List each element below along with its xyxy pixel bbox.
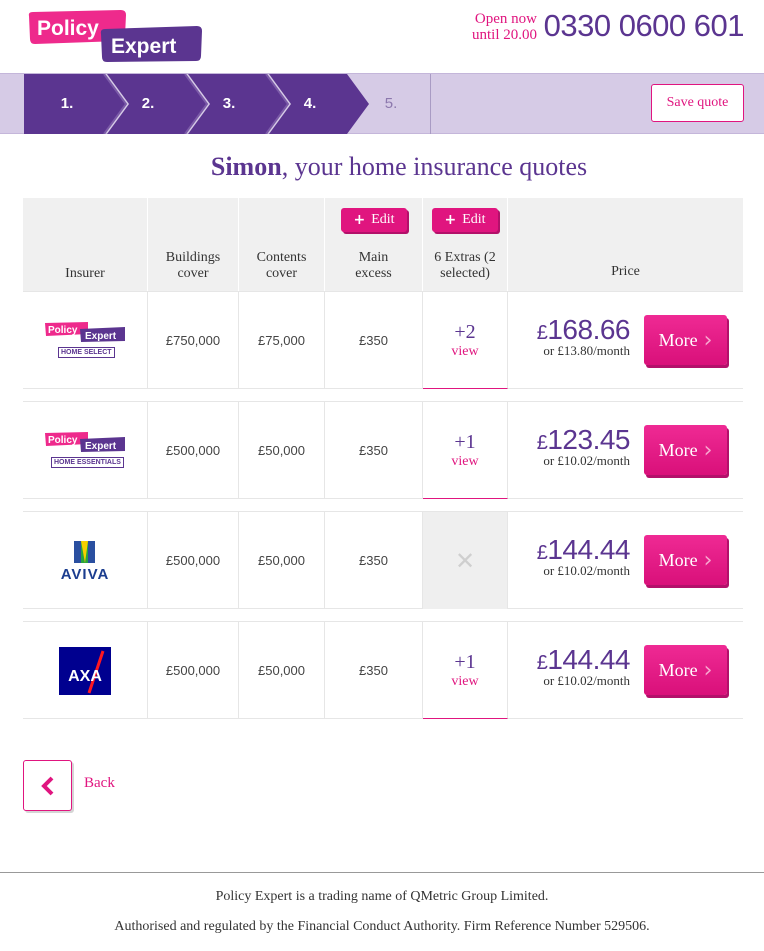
step-2[interactable]: 2. — [128, 95, 168, 112]
price-block: £123.45 or £10.02/month — [536, 424, 631, 469]
step-3[interactable]: 3. — [209, 95, 249, 112]
quote-row: Policy Expert HOME ESSENTIALS £500,000 £… — [23, 401, 743, 499]
more-button[interactable]: More › — [644, 425, 727, 475]
extras-view-link[interactable]: view — [451, 344, 478, 360]
more-button[interactable]: More › — [644, 645, 727, 695]
policy-expert-home-select-logo: Policy Expert HOME SELECT — [44, 321, 126, 361]
contents-cover: £50,000 — [239, 402, 325, 499]
extras-cell[interactable]: +1 view — [423, 622, 508, 719]
site-footer: Policy Expert is a trading name of QMetr… — [0, 872, 764, 951]
chevron-left-icon — [40, 776, 53, 795]
chevron-right-icon: › — [703, 547, 713, 573]
main-excess: £350 — [325, 402, 423, 499]
annual-price: £144.44 — [536, 644, 631, 675]
main-excess: £350 — [325, 292, 423, 389]
chevron-right-icon: › — [703, 437, 713, 463]
monthly-price: or £13.80/month — [543, 343, 630, 358]
aviva-logo: AVIVA — [61, 540, 110, 583]
axa-logo: AXA — [59, 646, 111, 695]
buildings-cover: £500,000 — [148, 402, 239, 499]
svg-text:Policy: Policy — [48, 435, 78, 446]
header-contents: Contents cover — [239, 198, 325, 291]
contents-cover: £50,000 — [239, 512, 325, 609]
step-5: 5. — [384, 95, 398, 112]
step-1[interactable]: 1. — [47, 95, 87, 112]
progress-steps: 1. 2. 3. 4. 5. Save quote — [0, 73, 764, 134]
chevron-right-icon: › — [703, 327, 713, 353]
contents-cover: £75,000 — [239, 292, 325, 389]
cross-icon: ✕ — [454, 546, 476, 575]
logo-word-policy: Policy — [37, 17, 99, 40]
monthly-price: or £10.02/month — [543, 453, 630, 468]
logo-product-name: HOME ESSENTIALS — [51, 456, 124, 468]
annual-price: £144.44 — [536, 534, 631, 565]
plus-icon: + — [353, 212, 366, 228]
opening-hours: Open now until 20.00 — [472, 11, 537, 43]
contents-cover: £50,000 — [239, 622, 325, 719]
phone-number[interactable]: 0330 0600 601 — [544, 8, 745, 44]
extras-view-link[interactable]: view — [451, 674, 478, 690]
more-button[interactable]: More › — [644, 535, 727, 585]
extras-cell[interactable]: +2 view — [423, 292, 508, 389]
extras-count: +1 — [454, 430, 476, 453]
extras-count: +2 — [454, 320, 476, 343]
buildings-cover: £500,000 — [148, 512, 239, 609]
quote-row: Policy Expert HOME SELECT £750,000 £75,0… — [23, 291, 743, 389]
price-block: £144.44 or £10.02/month — [536, 644, 631, 689]
policy-expert-home-essentials-logo: Policy Expert HOME ESSENTIALS — [44, 431, 126, 471]
insurer-cell: AVIVA — [23, 512, 148, 609]
logo-product-name: HOME SELECT — [58, 346, 115, 358]
header-insurer: Insurer — [23, 198, 148, 291]
insurer-cell: Policy Expert HOME SELECT — [23, 292, 148, 389]
main-excess: £350 — [325, 512, 423, 609]
open-until-text: until 20.00 — [471, 27, 537, 43]
customer-name: Simon — [210, 152, 282, 181]
extras-cell[interactable]: +1 view — [423, 402, 508, 499]
footer-trading-name: Policy Expert is a trading name of QMetr… — [215, 889, 549, 904]
step-4[interactable]: 4. — [290, 95, 330, 112]
header-price: Price — [611, 264, 640, 279]
buildings-cover: £750,000 — [148, 292, 239, 389]
quote-row: AVIVA £500,000 £50,000 £350 ✕ £144.44 or… — [23, 511, 743, 609]
save-quote-button[interactable]: Save quote — [651, 84, 744, 122]
svg-text:Expert: Expert — [85, 331, 117, 342]
extras-cell-none: ✕ — [423, 512, 508, 609]
quotes-table-header: Insurer Buildings cover Contents cover M… — [23, 198, 743, 291]
open-now-text: Open now — [474, 11, 537, 27]
more-button[interactable]: More › — [644, 315, 727, 365]
plus-icon: + — [444, 212, 457, 228]
price-block: £144.44 or £10.02/month — [536, 534, 631, 579]
title-text: , your home insurance quotes — [281, 152, 588, 181]
logo-word-expert: Expert — [111, 35, 176, 58]
monthly-price: or £10.02/month — [543, 563, 630, 578]
steps-divider — [430, 74, 431, 134]
site-header: Policy Expert Open now until 20.00 0330 … — [0, 0, 764, 73]
annual-price: £168.66 — [536, 314, 631, 345]
insurer-cell: AXA — [23, 622, 148, 719]
quote-row: AXA £500,000 £50,000 £350 +1 view £144.4… — [23, 621, 743, 719]
edit-extras-button[interactable]: + Edit — [432, 208, 498, 232]
extras-view-link[interactable]: view — [451, 454, 478, 470]
policy-expert-logo[interactable]: Policy Expert — [25, 10, 203, 62]
header-buildings: Buildings cover — [148, 198, 239, 291]
back-link[interactable]: Back — [84, 775, 115, 792]
main-excess: £350 — [325, 622, 423, 719]
chevron-right-icon: › — [703, 657, 713, 683]
footer-regulation: Authorised and regulated by the Financia… — [114, 919, 650, 934]
svg-text:Policy: Policy — [48, 325, 78, 336]
annual-price: £123.45 — [536, 424, 631, 455]
buildings-cover: £500,000 — [148, 622, 239, 719]
edit-excess-button[interactable]: + Edit — [341, 208, 407, 232]
page-title: Simon, your home insurance quotes — [0, 152, 764, 182]
extras-count: +1 — [454, 650, 476, 673]
price-block: £168.66 or £13.80/month — [536, 314, 631, 359]
monthly-price: or £10.02/month — [543, 673, 630, 688]
svg-text:Expert: Expert — [85, 441, 117, 452]
svg-text:AXA: AXA — [68, 668, 102, 685]
insurer-cell: Policy Expert HOME ESSENTIALS — [23, 402, 148, 499]
back-button[interactable] — [23, 760, 72, 811]
svg-text:AVIVA: AVIVA — [61, 566, 110, 583]
